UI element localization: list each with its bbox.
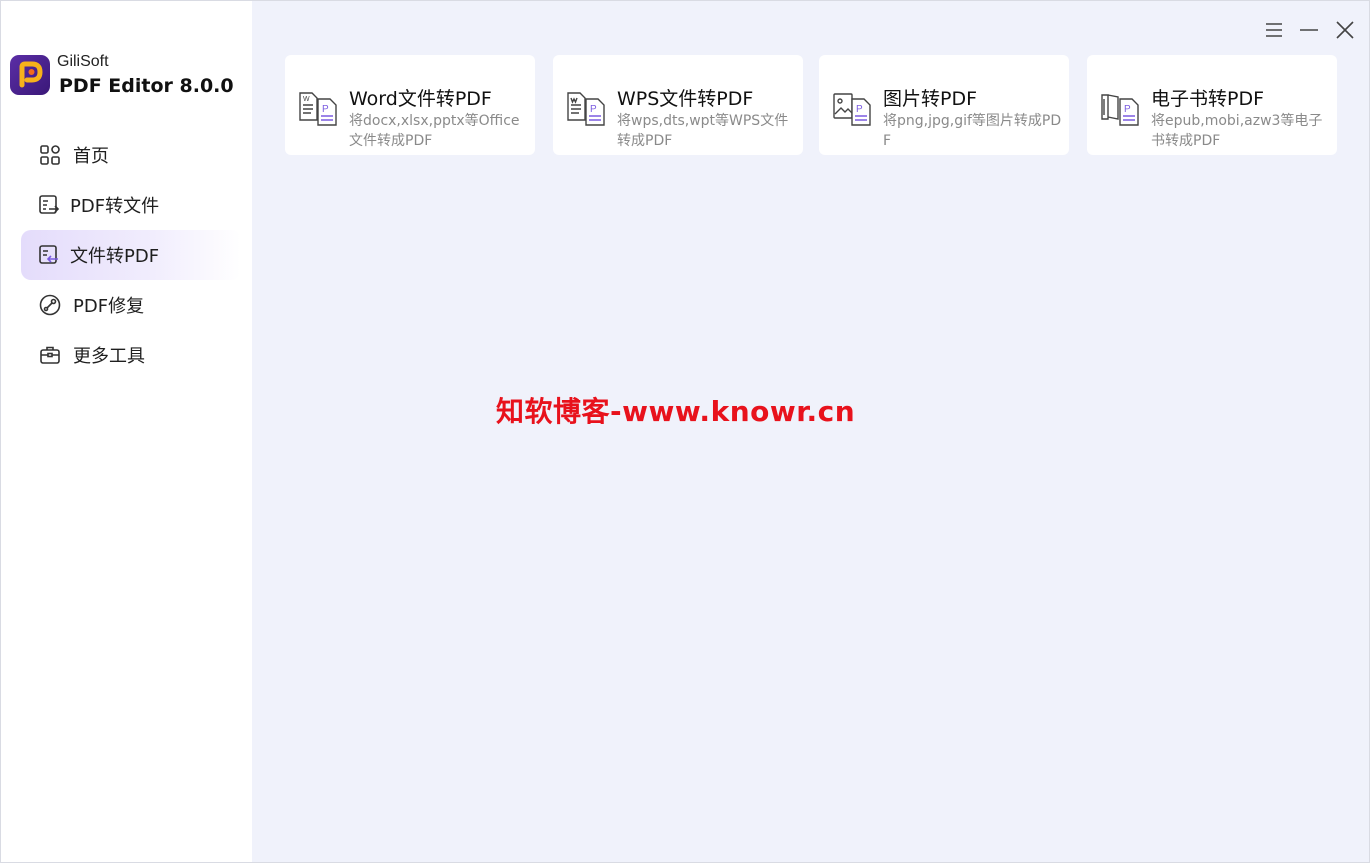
- ebook-to-pdf-icon: P: [1100, 91, 1142, 127]
- close-button[interactable]: [1334, 19, 1356, 41]
- card-description: 将epub,mobi,azw3等电子书转成PDF: [1151, 113, 1323, 149]
- sidebar-item-pdf-repair[interactable]: PDF修复: [21, 280, 241, 330]
- file-to-pdf-icon: [38, 244, 60, 266]
- repair-icon: [39, 294, 61, 316]
- card-word-to-pdf[interactable]: W P Word文件转PDF 将docx,xlsx,pptx等Office文件转…: [285, 55, 535, 155]
- image-to-pdf-icon: P: [832, 91, 874, 127]
- svg-text:P: P: [1124, 104, 1131, 115]
- card-description: 将png,jpg,gif等图片转成PDF: [883, 113, 1062, 149]
- close-icon: [1336, 21, 1354, 39]
- card-wps-to-pdf[interactable]: P WPS文件转PDF 将wps,dts,wpt等WPS文件转成PDF: [553, 55, 803, 155]
- brand-company: GiliSoft: [57, 53, 109, 70]
- toolbox-icon: [39, 344, 61, 366]
- app-window: GiliSoft PDF Editor 8.0.0 首页 PDF转文件 文件转P…: [0, 0, 1370, 863]
- sidebar-item-label: PDF转文件: [70, 196, 160, 217]
- card-description: 将wps,dts,wpt等WPS文件转成PDF: [617, 113, 789, 149]
- svg-text:W: W: [303, 96, 310, 103]
- sidebar-item-label: 首页: [73, 146, 109, 167]
- brand-product-title: PDF Editor 8.0.0: [59, 75, 234, 97]
- sidebar-item-home[interactable]: 首页: [21, 130, 241, 180]
- menu-icon: [1266, 23, 1282, 37]
- sidebar-nav: 首页 PDF转文件 文件转PDF PDF修复 更多工具: [21, 130, 241, 380]
- home-grid-icon: [39, 144, 61, 166]
- app-logo-icon: [10, 55, 50, 95]
- svg-text:P: P: [856, 104, 863, 115]
- watermark-text: 知软博客-www.knowr.cn: [496, 395, 856, 428]
- sidebar: GiliSoft PDF Editor 8.0.0 首页 PDF转文件 文件转P…: [1, 1, 252, 862]
- sidebar-item-label: PDF修复: [73, 296, 145, 317]
- minimize-icon: [1300, 29, 1318, 31]
- card-title: 图片转PDF: [883, 88, 978, 110]
- card-title: WPS文件转PDF: [617, 88, 754, 110]
- card-description: 将docx,xlsx,pptx等Office文件转成PDF: [349, 113, 520, 149]
- sidebar-item-more-tools[interactable]: 更多工具: [21, 330, 241, 380]
- word-to-pdf-icon: W P: [298, 91, 340, 127]
- sidebar-item-file-to-pdf[interactable]: 文件转PDF: [21, 230, 241, 280]
- menu-button[interactable]: [1263, 19, 1285, 41]
- card-image-to-pdf[interactable]: P 图片转PDF 将png,jpg,gif等图片转成PDF: [819, 55, 1069, 155]
- svg-text:P: P: [322, 104, 329, 115]
- sidebar-item-label: 更多工具: [73, 346, 145, 367]
- card-title: 电子书转PDF: [1151, 88, 1265, 110]
- card-title: Word文件转PDF: [349, 88, 492, 110]
- pdf-to-file-icon: [38, 194, 60, 216]
- svg-text:P: P: [590, 104, 597, 115]
- minimize-button[interactable]: [1298, 19, 1320, 41]
- sidebar-item-label: 文件转PDF: [70, 246, 160, 267]
- sidebar-item-pdf-to-file[interactable]: PDF转文件: [21, 180, 241, 230]
- wps-to-pdf-icon: P: [566, 91, 608, 127]
- card-ebook-to-pdf[interactable]: P 电子书转PDF 将epub,mobi,azw3等电子书转成PDF: [1087, 55, 1337, 155]
